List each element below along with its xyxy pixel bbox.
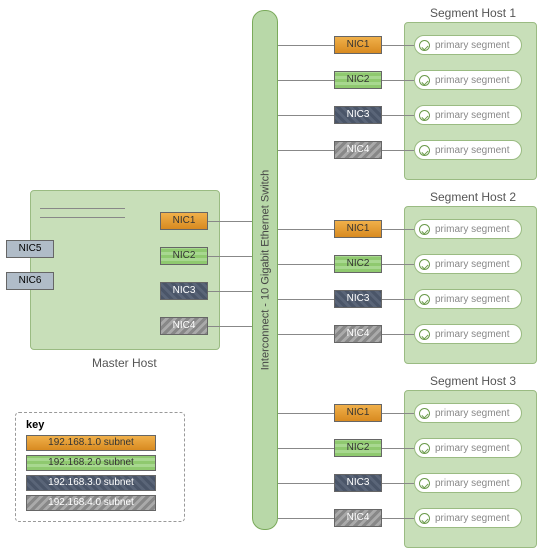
seg1-nic4: NIC4 — [334, 141, 382, 159]
key-box: key 192.168.1.0 subnet 192.168.2.0 subne… — [15, 412, 185, 522]
wire — [278, 334, 334, 335]
master-nic2: NIC2 — [160, 247, 208, 265]
wire — [382, 483, 414, 484]
seg1-pill1: primary segment — [414, 35, 522, 55]
key-subnet1: 192.168.1.0 subnet — [26, 435, 156, 451]
seg2-nic3: NIC3 — [334, 290, 382, 308]
pill-label: primary segment — [435, 224, 509, 235]
switch-label: Interconnect - 10 Gigabit Ethernet Switc… — [259, 170, 271, 371]
pill-label: primary segment — [435, 294, 509, 305]
pill-label: primary segment — [435, 329, 509, 340]
seg1-nic2: NIC2 — [334, 71, 382, 89]
wire — [278, 483, 334, 484]
wire — [382, 264, 414, 265]
seg2-pill2: primary segment — [414, 254, 522, 274]
wire — [382, 80, 414, 81]
seg3-nic1: NIC1 — [334, 404, 382, 422]
pill-label: primary segment — [435, 40, 509, 51]
pill-label: primary segment — [435, 75, 509, 86]
master-decor — [40, 200, 125, 226]
check-icon — [419, 259, 430, 270]
master-nic6: NIC6 — [6, 272, 54, 290]
check-icon — [419, 110, 430, 121]
wire — [208, 291, 252, 292]
wire — [382, 150, 414, 151]
pill-label: primary segment — [435, 443, 509, 454]
check-icon — [419, 443, 430, 454]
wire — [208, 221, 252, 222]
seg3-pill3: primary segment — [414, 473, 522, 493]
key-subnet3: 192.168.3.0 subnet — [26, 475, 156, 491]
wire — [208, 326, 252, 327]
key-subnet4: 192.168.4.0 subnet — [26, 495, 156, 511]
seg2-nic1: NIC1 — [334, 220, 382, 238]
check-icon — [419, 40, 430, 51]
wire — [382, 45, 414, 46]
seg1-nics: NIC1 NIC2 NIC3 NIC4 — [334, 36, 382, 176]
seg3-nic4: NIC4 — [334, 509, 382, 527]
seg3-pill1: primary segment — [414, 403, 522, 423]
seg2-title: Segment Host 2 — [430, 190, 516, 204]
seg1-title: Segment Host 1 — [430, 6, 516, 20]
master-title: Master Host — [92, 356, 157, 370]
wire — [382, 115, 414, 116]
wire — [278, 80, 334, 81]
seg1-pill4: primary segment — [414, 140, 522, 160]
wire — [278, 229, 334, 230]
seg1-nic1: NIC1 — [334, 36, 382, 54]
seg2-nics: NIC1 NIC2 NIC3 NIC4 — [334, 220, 382, 360]
master-nic3: NIC3 — [160, 282, 208, 300]
seg2-nic4: NIC4 — [334, 325, 382, 343]
wire — [278, 115, 334, 116]
seg2-pill3: primary segment — [414, 289, 522, 309]
check-icon — [419, 513, 430, 524]
master-nic5: NIC5 — [6, 240, 54, 258]
wire — [278, 299, 334, 300]
wire — [382, 448, 414, 449]
wire — [278, 413, 334, 414]
pill-label: primary segment — [435, 478, 509, 489]
check-icon — [419, 329, 430, 340]
wire — [278, 45, 334, 46]
wire — [382, 413, 414, 414]
seg3-nics: NIC1 NIC2 NIC3 NIC4 — [334, 404, 382, 544]
key-title: key — [26, 419, 174, 431]
master-nic1: NIC1 — [160, 212, 208, 230]
check-icon — [419, 75, 430, 86]
wire — [278, 448, 334, 449]
wire — [382, 334, 414, 335]
pill-label: primary segment — [435, 259, 509, 270]
seg2-nic2: NIC2 — [334, 255, 382, 273]
wire — [278, 264, 334, 265]
pill-label: primary segment — [435, 513, 509, 524]
seg2-pill4: primary segment — [414, 324, 522, 344]
wire — [278, 150, 334, 151]
key-subnet2: 192.168.2.0 subnet — [26, 455, 156, 471]
seg1-nic3: NIC3 — [334, 106, 382, 124]
pill-label: primary segment — [435, 110, 509, 121]
check-icon — [419, 145, 430, 156]
wire — [382, 299, 414, 300]
wire — [382, 518, 414, 519]
check-icon — [419, 224, 430, 235]
master-nic4: NIC4 — [160, 317, 208, 335]
check-icon — [419, 408, 430, 419]
seg3-pill4: primary segment — [414, 508, 522, 528]
interconnect-switch: Interconnect - 10 Gigabit Ethernet Switc… — [252, 10, 278, 530]
wire — [278, 518, 334, 519]
pill-label: primary segment — [435, 145, 509, 156]
seg3-nic3: NIC3 — [334, 474, 382, 492]
check-icon — [419, 478, 430, 489]
wire — [382, 229, 414, 230]
pill-label: primary segment — [435, 408, 509, 419]
seg3-nic2: NIC2 — [334, 439, 382, 457]
wire — [208, 256, 252, 257]
seg1-pill2: primary segment — [414, 70, 522, 90]
seg1-pill3: primary segment — [414, 105, 522, 125]
check-icon — [419, 294, 430, 305]
master-nic-column: NIC1 NIC2 NIC3 NIC4 — [160, 212, 208, 352]
seg3-pill2: primary segment — [414, 438, 522, 458]
seg2-pill1: primary segment — [414, 219, 522, 239]
seg3-title: Segment Host 3 — [430, 374, 516, 388]
